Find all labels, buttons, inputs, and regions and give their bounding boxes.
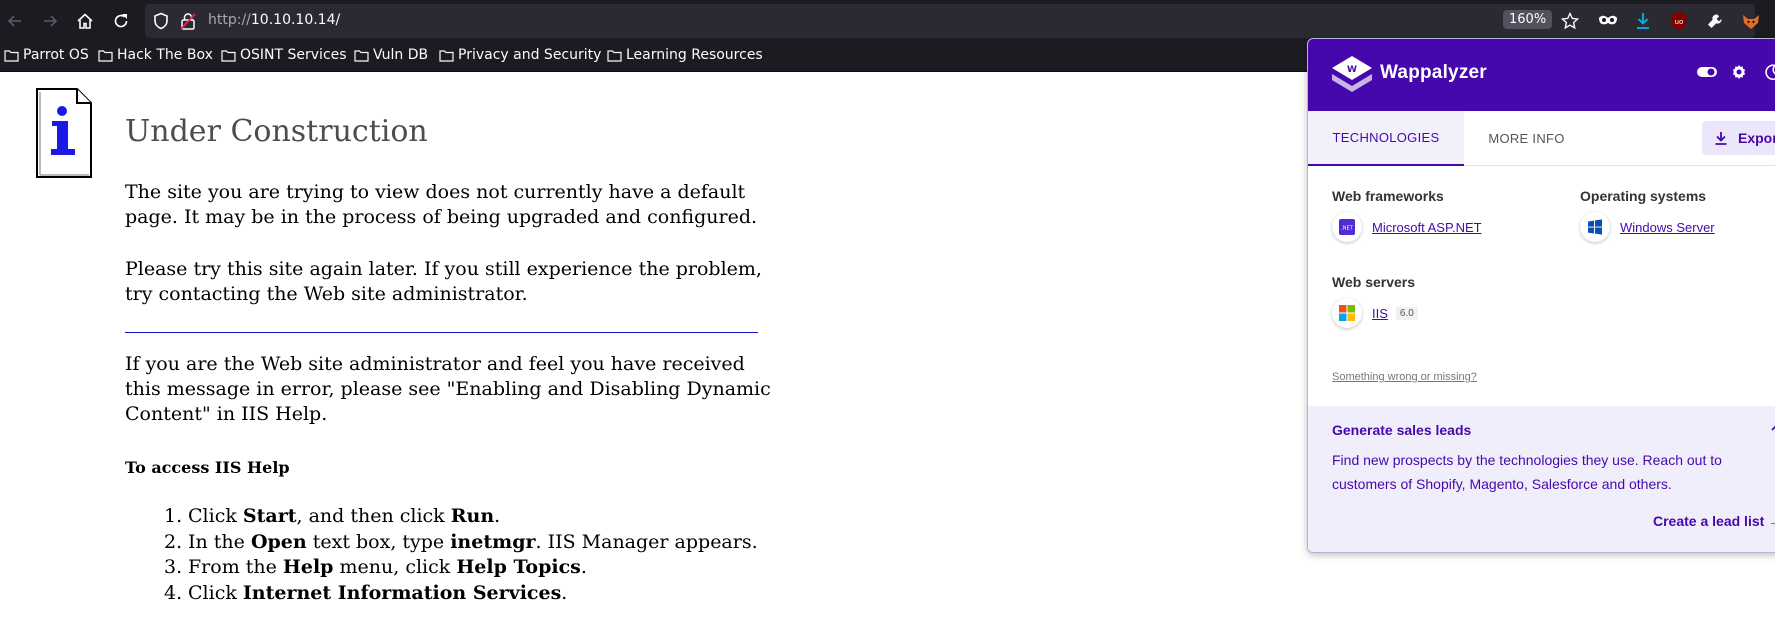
bookmark-label: Vuln DB [373, 47, 429, 63]
bookmark-folder-hack-the-box[interactable]: Hack The Box [98, 47, 213, 63]
zoom-reset-button[interactable]: 160% [1503, 10, 1553, 29]
bookmark-folder-osint-services[interactable]: OSINT Services [221, 47, 347, 63]
shield-icon[interactable] [153, 12, 169, 30]
bookmark-star-icon[interactable] [1561, 12, 1579, 30]
divider [125, 332, 758, 333]
bookmark-label: Hack The Box [117, 47, 213, 63]
help-step: 4. Click Internet Information Services. [164, 581, 568, 604]
windows-icon [1580, 212, 1610, 242]
url-scheme: http:// [208, 12, 251, 28]
help-heading: To access IIS Help [125, 458, 290, 477]
url-text[interactable]: http://10.10.10.14/ [208, 12, 340, 28]
sales-leads-panel: Generate sales leads Find new prospects … [1308, 406, 1775, 552]
home-button[interactable] [72, 8, 98, 34]
foxyproxy-icon[interactable] [1740, 10, 1762, 32]
url-path: / [335, 12, 341, 28]
something-wrong-link[interactable]: Something wrong or missing? [1332, 371, 1477, 383]
folder-icon [4, 49, 19, 62]
leads-description: Find new prospects by the technologies t… [1332, 452, 1722, 492]
bookmark-label: OSINT Services [240, 47, 347, 63]
folder-icon [354, 49, 369, 62]
private-mask-icon[interactable] [1597, 10, 1619, 32]
toggle-switch-icon[interactable] [1696, 65, 1718, 79]
browser-toolbar: http://10.10.10.14/ 160% uo [0, 0, 1775, 42]
reload-icon [114, 14, 128, 28]
bookmark-label: Learning Resources [626, 47, 763, 63]
ublock-origin-icon[interactable]: uo [1668, 10, 1690, 32]
download-icon [1715, 132, 1727, 145]
bookmark-label: Privacy and Security [458, 47, 602, 63]
aspnet-icon: .NET [1332, 212, 1362, 242]
downloads-icon[interactable] [1632, 10, 1654, 32]
tech-link-aspnet[interactable]: Microsoft ASP.NET [1372, 220, 1482, 235]
leads-title: Generate sales leads [1332, 422, 1472, 438]
export-label: Export [1738, 130, 1775, 146]
wappalyzer-tabs: TECHNOLOGIES MORE INFO Export [1308, 111, 1775, 166]
url-host: 10.10.10.14 [250, 12, 336, 28]
chevron-up-icon[interactable] [1770, 422, 1775, 432]
export-button[interactable]: Export [1702, 121, 1775, 155]
tech-link-iis[interactable]: IIS [1372, 306, 1388, 321]
bookmark-label: Parrot OS [23, 47, 89, 63]
intro-paragraph: The site you are trying to view does not… [125, 181, 758, 228]
folder-icon [98, 49, 113, 62]
help-step: 2. In the Open text box, type inetmgr. II… [164, 530, 758, 553]
tech-item-aspnet: .NET Microsoft ASP.NET [1332, 212, 1482, 242]
wappalyzer-logo-icon: W [1332, 56, 1372, 92]
admin-paragraph: If you are the Web site administrator an… [125, 353, 771, 425]
create-lead-list-link[interactable]: Create a lead list → [1653, 513, 1775, 529]
tech-item-iis: IIS 6.0 [1332, 298, 1418, 328]
back-button[interactable] [2, 8, 28, 34]
tech-version-badge: 6.0 [1395, 306, 1418, 320]
help-step: 3. From the Help menu, click Help Topics. [164, 556, 587, 578]
page-title: Under Construction [125, 114, 428, 149]
retry-paragraph: Please try this site again later. If you… [125, 258, 762, 305]
svg-text:uo: uo [1675, 18, 1684, 26]
theme-moon-icon[interactable] [1765, 64, 1775, 80]
folder-icon [607, 49, 622, 62]
category-title-web-frameworks: Web frameworks [1332, 188, 1444, 204]
home-icon [77, 13, 93, 29]
reload-button[interactable] [108, 8, 134, 34]
tab-technologies[interactable]: TECHNOLOGIES [1308, 111, 1464, 166]
bookmark-folder-vuln-db[interactable]: Vuln DB [354, 47, 428, 63]
folder-icon [439, 49, 454, 62]
wappalyzer-title: Wappalyzer [1380, 62, 1487, 83]
settings-gear-icon[interactable] [1731, 64, 1747, 80]
svg-text:.NET: .NET [1341, 226, 1353, 232]
back-arrow-icon [7, 15, 21, 27]
wappalyzer-popup: W Wappalyzer TECHNOLOGIES MORE INFO Expo… [1307, 38, 1775, 553]
url-bar[interactable]: http://10.10.10.14/ 160% [145, 4, 1755, 38]
iis-microsoft-icon [1332, 298, 1362, 328]
bookmark-folder-privacy-and-security[interactable]: Privacy and Security [439, 47, 601, 63]
insecure-lock-icon[interactable] [180, 12, 196, 30]
forward-button[interactable] [37, 8, 63, 34]
category-title-operating-systems: Operating systems [1580, 188, 1707, 204]
tech-item-windows-server: Windows Server [1580, 212, 1715, 242]
wappalyzer-header: W Wappalyzer [1308, 39, 1775, 111]
help-step: 1. Click Start, and then click Run. [164, 505, 501, 527]
help-steps-list: 1. Click Start, and then click Run. 2. In … [164, 504, 758, 606]
category-title-web-servers: Web servers [1332, 274, 1416, 290]
tab-more-info[interactable]: MORE INFO [1464, 111, 1589, 166]
bookmark-folder-learning-resources[interactable]: Learning Resources [607, 47, 763, 63]
forward-arrow-icon [44, 15, 58, 27]
tools-wrench-icon[interactable] [1704, 10, 1726, 32]
info-document-icon [36, 88, 92, 178]
svg-text:W: W [1347, 65, 1357, 75]
bookmark-folder-parrot-os[interactable]: Parrot OS [4, 47, 89, 63]
folder-icon [221, 49, 236, 62]
tech-link-windows-server[interactable]: Windows Server [1620, 220, 1715, 235]
